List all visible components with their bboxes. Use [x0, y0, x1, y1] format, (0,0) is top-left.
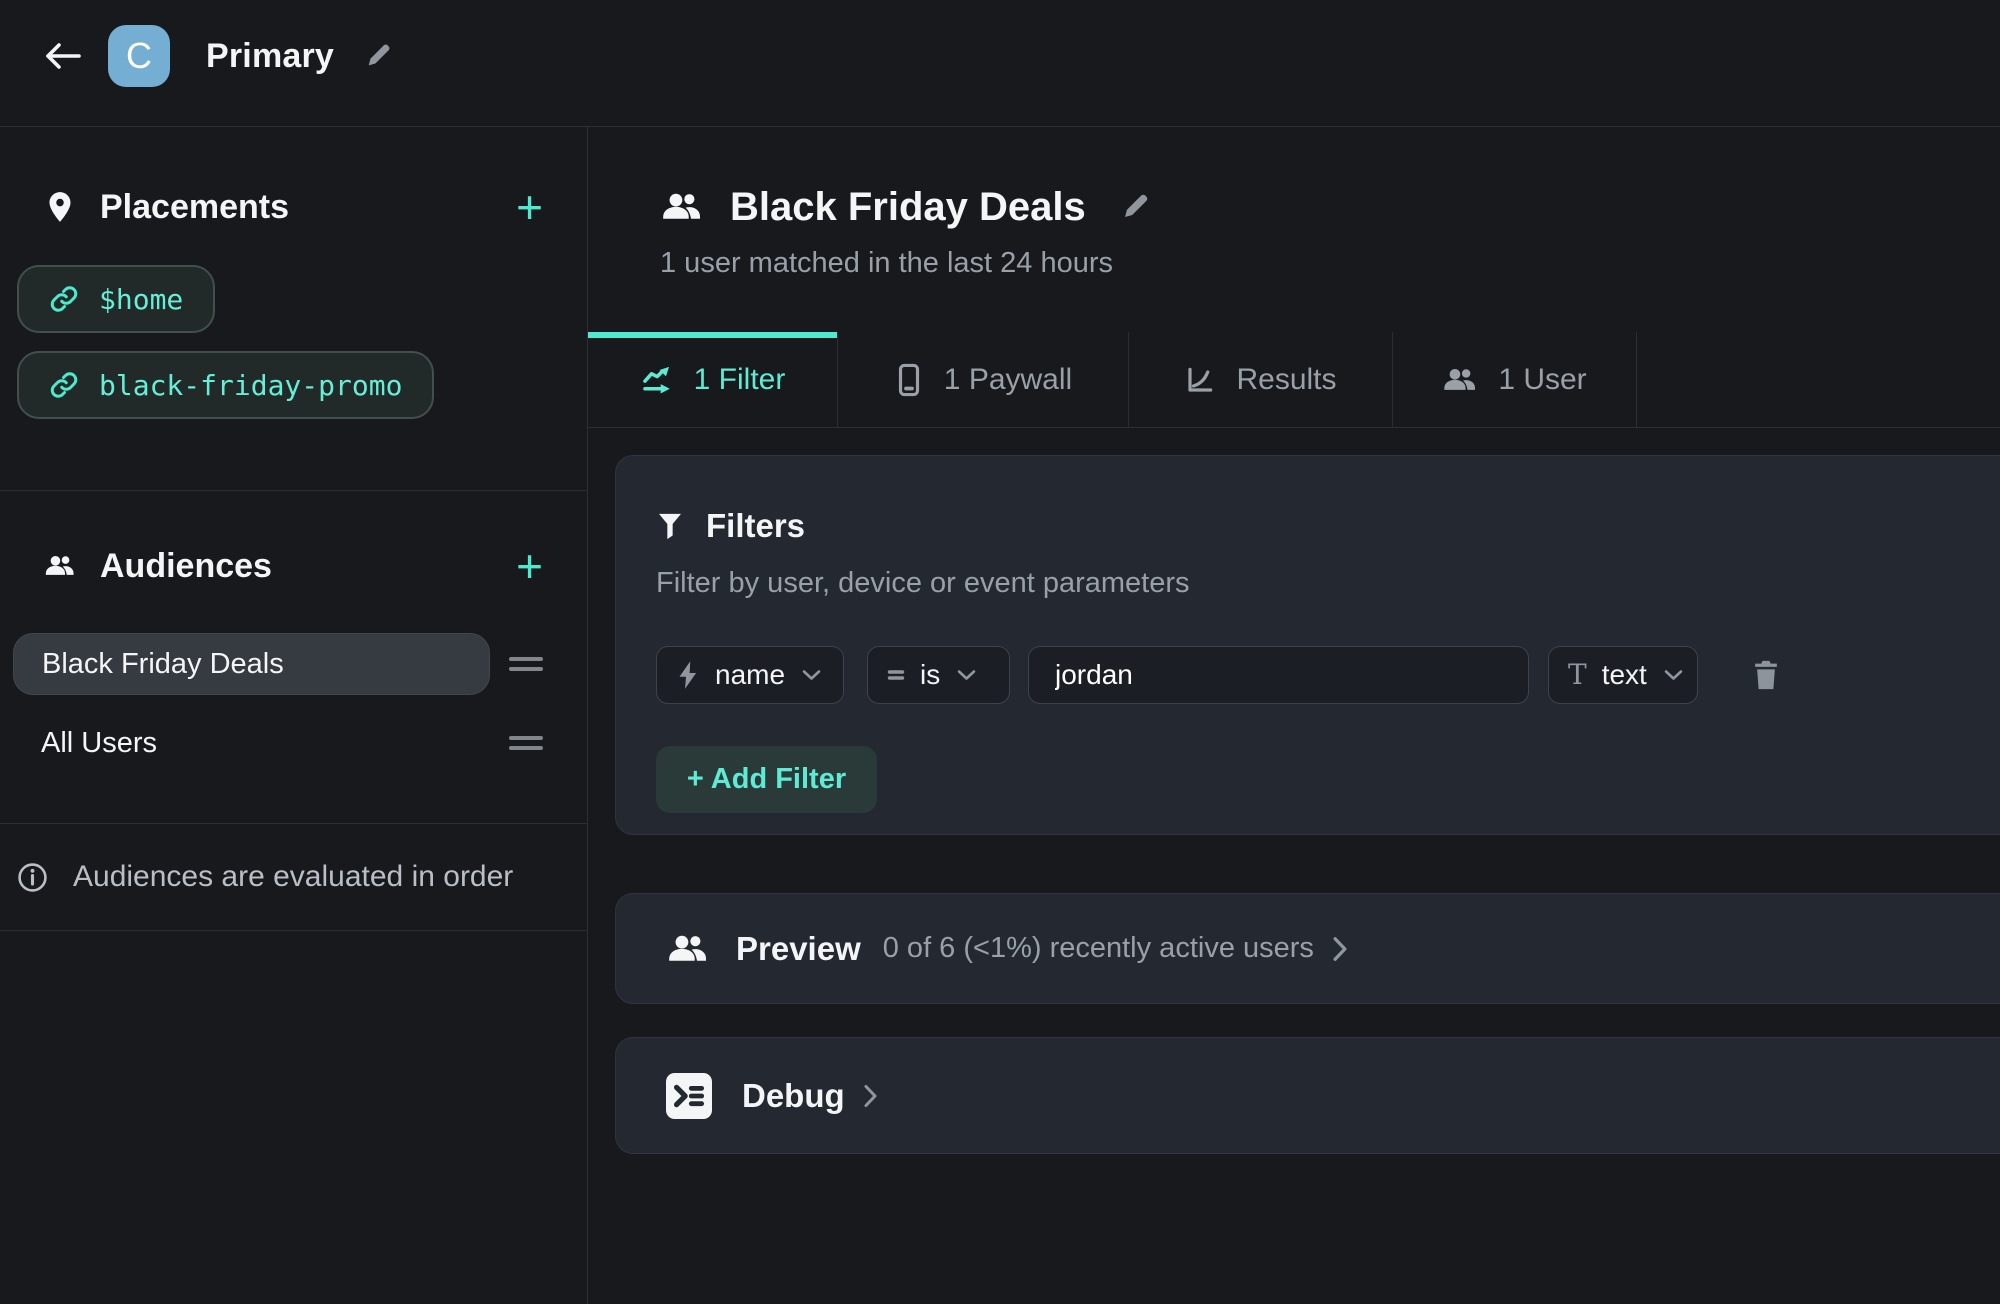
- tab-label: 1 Filter: [694, 363, 786, 397]
- placements-header: Placements +: [0, 185, 587, 229]
- link-icon: [49, 370, 79, 400]
- audience-header: Black Friday Deals: [660, 183, 2000, 231]
- topbar: C Primary: [0, 0, 2000, 127]
- users-icon: [660, 189, 704, 225]
- sidebar: Placements + $home black-friday-promo: [0, 127, 588, 1304]
- audience-item-black-friday-deals[interactable]: Black Friday Deals: [13, 633, 490, 695]
- audiences-order-note: Audiences are evaluated in order: [0, 824, 587, 930]
- tab-label: 1 Paywall: [944, 363, 1072, 397]
- placements-title: Placements: [100, 188, 289, 227]
- tab-filter[interactable]: 1 Filter: [588, 332, 838, 427]
- operator-value: is: [920, 659, 940, 691]
- users-icon: [1442, 365, 1478, 395]
- audience-title: Black Friday Deals: [730, 185, 1086, 230]
- audience-row: All Users: [0, 715, 587, 771]
- type-value: text: [1602, 659, 1647, 691]
- edit-audience-icon[interactable]: [1120, 192, 1150, 222]
- audiences-header: Audiences +: [0, 544, 587, 588]
- trash-icon: [1751, 659, 1781, 691]
- chart-icon: [1184, 364, 1216, 396]
- filter-row: name is T text: [656, 646, 2000, 704]
- audience-item-all-users[interactable]: All Users: [41, 715, 157, 771]
- tab-results[interactable]: Results: [1129, 332, 1393, 427]
- sidebar-divider: [0, 490, 587, 491]
- edit-title-icon[interactable]: [364, 42, 392, 70]
- arrow-left-icon: [44, 40, 82, 72]
- location-pin-icon: [44, 191, 76, 223]
- tab-label: 1 User: [1498, 363, 1586, 397]
- type-dropdown[interactable]: T text: [1548, 646, 1698, 704]
- filters-card: Filters Filter by user, device or event …: [615, 455, 2000, 835]
- filter-value-input[interactable]: [1028, 646, 1529, 704]
- chevron-right-icon: [863, 1084, 878, 1108]
- filters-card-header: Filters: [656, 505, 2000, 547]
- phone-icon: [894, 363, 924, 397]
- workspace-title: Primary: [206, 37, 334, 76]
- preview-summary: 0 of 6 (<1%) recently active users: [883, 932, 1314, 965]
- placement-chip-label: $home: [99, 283, 183, 316]
- placement-chip-label: black-friday-promo: [99, 369, 402, 402]
- text-type-icon: T: [1568, 661, 1587, 689]
- parameter-value: name: [715, 659, 785, 691]
- operator-dropdown[interactable]: is: [867, 646, 1010, 704]
- main-content: Black Friday Deals 1 user matched in the…: [588, 127, 2000, 1304]
- sidebar-divider: [0, 930, 587, 931]
- tab-user[interactable]: 1 User: [1393, 332, 1637, 427]
- placement-list: $home black-friday-promo: [0, 265, 587, 419]
- chevron-down-icon: [1664, 669, 1683, 681]
- add-filter-button[interactable]: + Add Filter: [656, 746, 877, 813]
- chevron-down-icon: [957, 669, 976, 681]
- users-icon: [666, 931, 710, 967]
- delete-filter-button[interactable]: [1751, 659, 1781, 691]
- tab-bar: 1 Filter 1 Paywall Results 1 User: [588, 332, 2000, 428]
- matched-users-subtitle: 1 user matched in the last 24 hours: [660, 247, 2000, 281]
- placement-chip-home[interactable]: $home: [17, 265, 215, 333]
- info-icon: [17, 862, 48, 893]
- audience-list: Black Friday Deals All Users: [0, 633, 587, 771]
- funnel-icon: [656, 511, 684, 541]
- preview-title: Preview: [736, 930, 861, 968]
- placement-chip-black-friday-promo[interactable]: black-friday-promo: [17, 351, 434, 419]
- parameter-dropdown[interactable]: name: [656, 646, 844, 704]
- note-text: Audiences are evaluated in order: [73, 860, 513, 894]
- drag-handle-icon[interactable]: [509, 736, 543, 750]
- terminal-debug-icon: [666, 1073, 712, 1119]
- tab-label: Results: [1236, 363, 1336, 397]
- filter-arrows-icon: [640, 363, 674, 397]
- users-icon: [44, 551, 76, 581]
- lightning-icon: [676, 660, 700, 690]
- chevron-right-icon: [1332, 936, 1348, 962]
- tab-paywall[interactable]: 1 Paywall: [838, 332, 1129, 427]
- add-placement-button[interactable]: +: [516, 191, 543, 223]
- audience-row: Black Friday Deals: [0, 633, 587, 695]
- audiences-title: Audiences: [100, 547, 272, 586]
- preview-card[interactable]: Preview 0 of 6 (<1%) recently active use…: [615, 893, 2000, 1004]
- filters-title: Filters: [706, 507, 805, 545]
- workspace-avatar: C: [108, 25, 170, 87]
- debug-title: Debug: [742, 1077, 845, 1115]
- back-button[interactable]: [40, 33, 86, 79]
- link-icon: [49, 284, 79, 314]
- debug-card[interactable]: Debug: [615, 1037, 2000, 1154]
- filters-subtitle: Filter by user, device or event paramete…: [656, 567, 2000, 601]
- drag-handle-icon[interactable]: [509, 657, 543, 671]
- add-audience-button[interactable]: +: [516, 550, 543, 582]
- equals-icon: [887, 667, 905, 683]
- chevron-down-icon: [802, 669, 821, 681]
